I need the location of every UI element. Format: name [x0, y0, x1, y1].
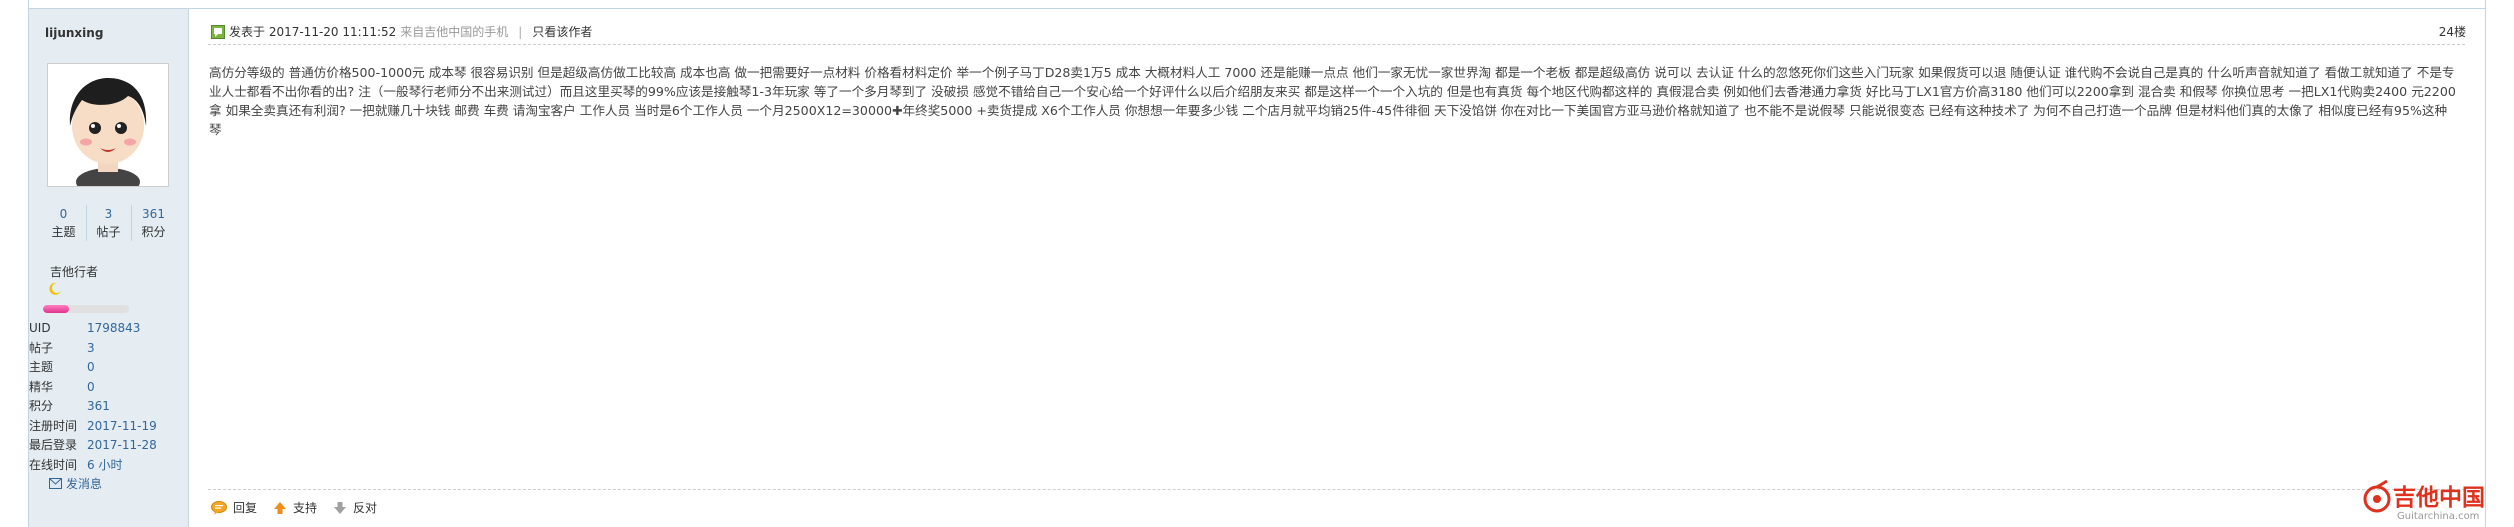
logo-brand-text: 吉他中国	[2393, 484, 2485, 511]
info-value[interactable]: 1798843	[87, 319, 140, 339]
stat-posts[interactable]: 3 帖子	[85, 205, 131, 241]
post-content: 高仿分等级的 普通仿价格500-1000元 成本琴 很容易识别 但是超级高仿做工…	[209, 65, 2456, 137]
reply-icon	[211, 500, 227, 514]
info-row-digest: 精华 0	[29, 378, 188, 398]
info-row-topics: 主题 0	[29, 358, 188, 378]
stat-credits-value: 361	[142, 207, 165, 221]
info-value[interactable]: 361	[87, 397, 110, 417]
user-group[interactable]: 吉他行者	[50, 263, 98, 280]
post-date: 发表于 2017-11-20 11:11:52	[229, 25, 397, 39]
header-divider	[208, 44, 2465, 45]
logo-url-text: Guitarchina.com	[2397, 511, 2479, 522]
info-value[interactable]: 0	[87, 358, 95, 378]
info-label: 帖子	[29, 340, 54, 355]
stat-posts-label: 帖子	[96, 225, 121, 239]
reply-label: 回复	[233, 501, 258, 515]
top-divider	[28, 8, 2485, 9]
footer-divider	[208, 489, 2465, 490]
info-row-lastlogin: 最后登录 2017-11-28	[29, 436, 188, 456]
author-sidebar: lijunxing 0 主题 3 帖子 361 积分 吉他行者 UID 1798…	[29, 9, 189, 527]
info-row-uid: UID 1798843	[29, 319, 188, 339]
stat-posts-value: 3	[104, 207, 113, 221]
info-label: 在线时间	[29, 457, 78, 472]
send-message-label: 发消息	[66, 477, 103, 491]
stat-credits[interactable]: 361 积分	[130, 205, 176, 241]
info-value: 2017-11-19	[87, 418, 157, 433]
stat-topics[interactable]: 0 主题	[42, 205, 86, 241]
author-username[interactable]: lijunxing	[45, 26, 103, 40]
info-value[interactable]: 3	[87, 339, 95, 359]
moon-icon	[48, 282, 62, 299]
floor-number[interactable]: 24楼	[2439, 23, 2466, 40]
reply-button[interactable]: 回复	[211, 499, 257, 516]
thumbs-up-icon	[274, 501, 287, 514]
post-icon	[211, 24, 225, 39]
avatar-image	[48, 64, 168, 196]
post-actions: 回复 支持 反对	[211, 499, 393, 516]
info-label: 主题	[29, 360, 54, 374]
info-row-regdate: 注册时间 2017-11-19	[29, 417, 188, 437]
info-label: 最后登录	[29, 438, 78, 452]
info-value: 6 小时	[87, 457, 123, 472]
info-row-online: 在线时间 6 小时	[29, 456, 188, 476]
info-label: 注册时间	[29, 418, 78, 433]
post-header: 发表于 2017-11-20 11:11:52 来自吉他中国的手机 | 只看该作…	[211, 23, 592, 40]
info-label: UID	[29, 321, 51, 335]
level-progress-bar	[43, 305, 129, 313]
oppose-label: 反对	[353, 501, 378, 515]
thumbs-down-icon	[334, 501, 347, 514]
support-label: 支持	[293, 501, 318, 515]
stat-topics-value: 0	[59, 207, 68, 221]
envelope-icon	[49, 478, 62, 489]
info-row-posts: 帖子 3	[29, 339, 188, 359]
stat-topics-label: 主题	[51, 225, 76, 239]
info-value[interactable]: 0	[87, 378, 95, 398]
oppose-button[interactable]: 反对	[333, 499, 377, 516]
post-source: 来自吉他中国的手机	[400, 25, 509, 39]
level-progress-fill	[43, 305, 69, 313]
author-info-list: UID 1798843 帖子 3 主题 0 精华 0 积分 361 注册时间 2…	[29, 319, 188, 475]
info-value: 2017-11-28	[87, 438, 157, 452]
send-message-link[interactable]: 发消息	[49, 475, 102, 492]
header-separator: |	[518, 24, 523, 39]
guitar-logo-icon: 吉他中国 Guitarchina.com	[2363, 479, 2485, 522]
author-only-link[interactable]: 只看该作者	[532, 23, 592, 40]
info-label: 精华	[29, 379, 54, 394]
info-row-credits: 积分 361	[29, 397, 188, 417]
author-stats: 0 主题 3 帖子 361 积分	[29, 205, 188, 241]
support-button[interactable]: 支持	[273, 499, 317, 516]
stat-credits-label: 积分	[141, 225, 166, 239]
avatar[interactable]	[47, 63, 169, 196]
info-label: 积分	[29, 399, 54, 413]
site-logo-watermark: 吉他中国 Guitarchina.com	[2361, 479, 2509, 523]
